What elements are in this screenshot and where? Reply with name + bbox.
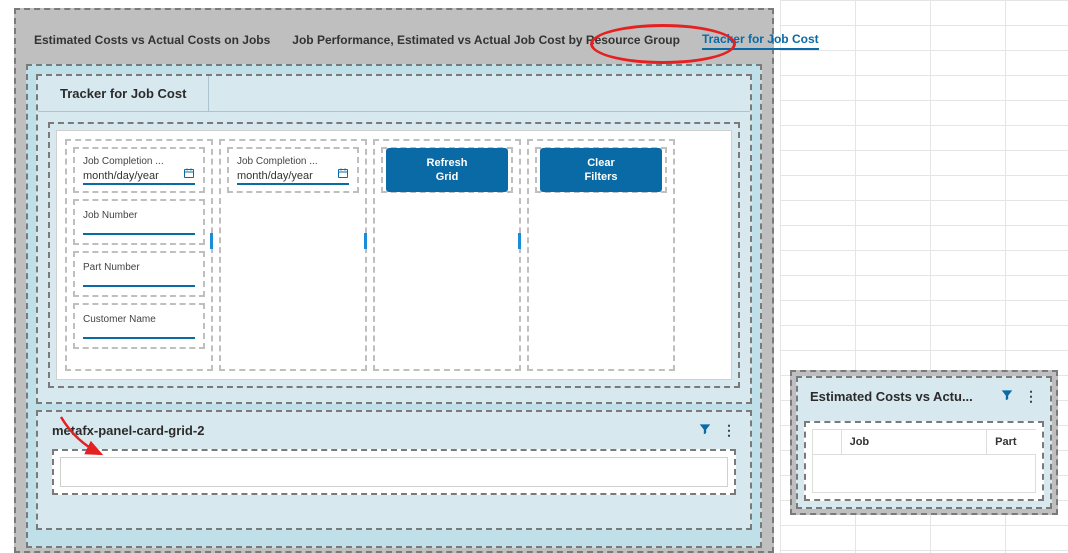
card-title-row: Tracker for Job Cost [38,76,750,112]
grid-header-row: Job Part [812,429,1036,455]
button-line2: Filters [544,170,658,184]
tab-job-performance[interactable]: Job Performance, Estimated vs Actual Job… [292,33,680,49]
calendar-icon[interactable] [337,167,349,182]
tab-content: Tracker for Job Cost Job Completion ... … [26,64,762,548]
side-panel-container: Estimated Costs vs Actu... ⋮ Job Part [790,370,1058,515]
filter-column-1: Job Completion ... month/day/year Job Nu… [65,139,213,371]
grid-card-header: metafx-panel-card-grid-2 ⋮ [38,412,750,449]
side-panel: Estimated Costs vs Actu... ⋮ Job Part [796,376,1052,509]
filter-panel-wrapper: Job Completion ... month/day/year Job Nu… [48,122,740,388]
date-text: month/day/year [237,170,313,182]
field-label: Part Number [83,262,195,273]
resize-handle[interactable] [210,233,213,249]
field-value [83,221,195,235]
grid-header-part[interactable]: Part [987,429,1036,455]
grid-body [60,457,728,487]
resize-handle[interactable] [364,233,367,249]
main-container: Estimated Costs vs Actual Costs on Jobs … [14,8,774,553]
field-label: Customer Name [83,314,195,325]
grid-card: metafx-panel-card-grid-2 ⋮ [36,410,752,530]
button-line1: Refresh [390,156,504,170]
clear-filters-button-wrap: Clear Filters [535,147,667,193]
field-label: Job Completion ... [237,156,349,167]
grid-empty-row [812,455,1036,493]
tab-bar: Estimated Costs vs Actual Costs on Jobs … [20,14,768,64]
side-grid: Job Part [804,421,1044,501]
clear-filters-button[interactable]: Clear Filters [540,148,662,193]
tab-estimated-vs-actual[interactable]: Estimated Costs vs Actual Costs on Jobs [34,33,270,49]
grid-body-wrap [52,449,736,495]
field-label: Job Completion ... [83,156,195,167]
field-label: Job Number [83,210,195,221]
resize-handle[interactable] [518,233,521,249]
side-panel-title: Estimated Costs vs Actu... [810,389,973,404]
refresh-grid-button[interactable]: Refresh Grid [386,148,508,193]
button-line2: Grid [390,170,504,184]
job-completion-end-field[interactable]: Job Completion ... month/day/year [227,147,359,193]
filter-column-4: Clear Filters [527,139,675,371]
grid-header-blank [812,429,842,455]
job-completion-start-field[interactable]: Job Completion ... month/day/year [73,147,205,193]
grid-card-actions: ⋮ [698,422,736,439]
field-value: month/day/year [237,167,349,185]
calendar-icon[interactable] [183,167,195,182]
field-value [83,325,195,339]
part-number-field[interactable]: Part Number [73,251,205,297]
date-text: month/day/year [83,170,159,182]
field-value [83,273,195,287]
grid-card-title: metafx-panel-card-grid-2 [52,423,204,438]
more-icon[interactable]: ⋮ [1024,388,1038,405]
card-title: Tracker for Job Cost [38,76,209,111]
tab-tracker-job-cost[interactable]: Tracker for Job Cost [702,32,819,50]
tracker-card: Tracker for Job Cost Job Completion ... … [36,74,752,404]
filter-panel: Job Completion ... month/day/year Job Nu… [56,130,732,380]
filter-column-3: Refresh Grid [373,139,521,371]
filter-icon[interactable] [1000,388,1014,405]
field-value: month/day/year [83,167,195,185]
filter-column-2: Job Completion ... month/day/year [219,139,367,371]
button-line1: Clear [544,156,658,170]
customer-name-field[interactable]: Customer Name [73,303,205,349]
filter-icon[interactable] [698,422,712,439]
side-panel-header: Estimated Costs vs Actu... ⋮ [798,378,1050,415]
side-panel-actions: ⋮ [1000,388,1038,405]
refresh-grid-button-wrap: Refresh Grid [381,147,513,193]
more-icon[interactable]: ⋮ [722,422,736,439]
grid-header-job[interactable]: Job [842,429,988,455]
job-number-field[interactable]: Job Number [73,199,205,245]
